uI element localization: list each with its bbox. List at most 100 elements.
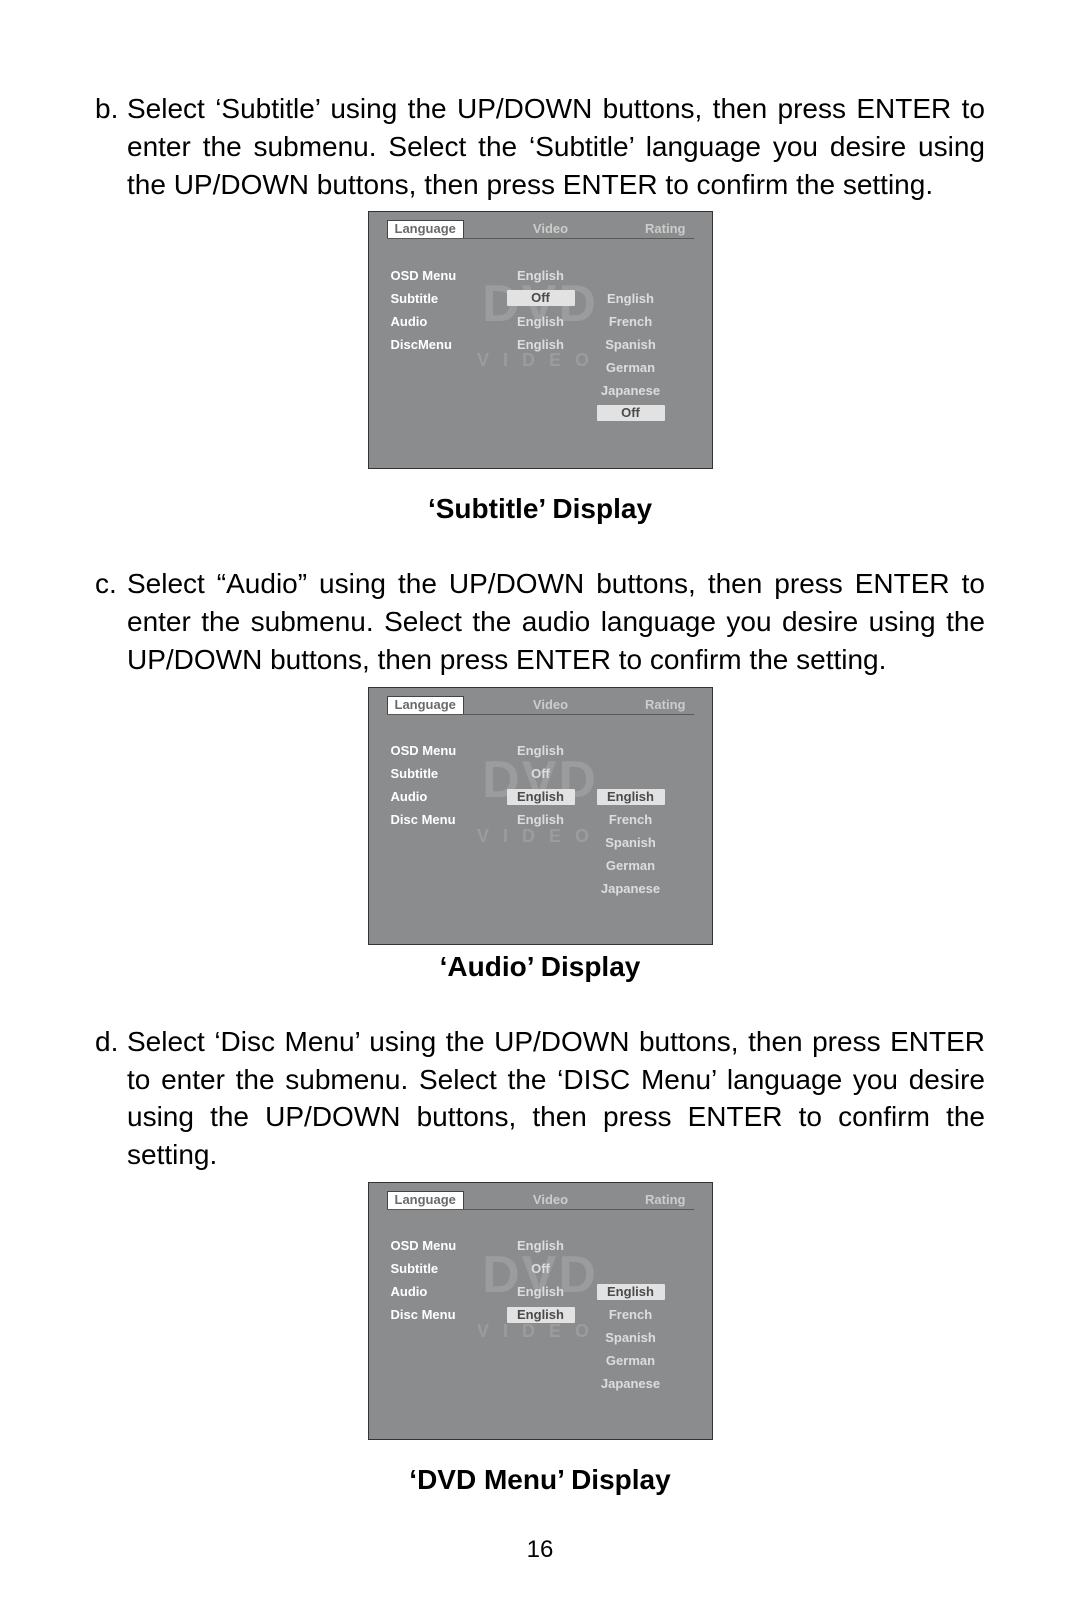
osd-tab-rating: Rating	[637, 1191, 693, 1209]
osd-row-value: English	[501, 268, 581, 283]
osd-row-label: Audio	[391, 314, 501, 329]
osd-value-highlight: English	[507, 1307, 575, 1323]
osd-tab-video: Video	[464, 1191, 637, 1209]
osd-tab-language: Language	[387, 220, 464, 238]
osd-row-label: Disc Menu	[391, 1307, 501, 1322]
osd-option: French	[591, 812, 671, 827]
osd-row: Audio English English	[391, 1283, 690, 1301]
osd-option: Off	[591, 405, 671, 421]
osd-body: OSD Menu English Subtitle Off Audio Engl…	[391, 742, 690, 926]
osd-row: German	[391, 1352, 690, 1370]
osd-option: German	[591, 858, 671, 873]
osd-option-highlight: Off	[597, 405, 665, 421]
osd-row-value: English	[501, 789, 581, 805]
paragraph-b: b. Select ‘Subtitle’ using the UP/DOWN b…	[95, 90, 985, 203]
osd-option: Spanish	[591, 1330, 671, 1345]
osd-option: Japanese	[591, 1376, 671, 1391]
osd-row: German	[391, 358, 690, 376]
osd-row-value: Off	[501, 1261, 581, 1276]
osd-row: German	[391, 857, 690, 875]
paragraph-label-d: d.	[95, 1023, 127, 1174]
osd-row-label: OSD Menu	[391, 268, 501, 283]
osd-tab-rating: Rating	[637, 696, 693, 714]
paragraph-body-c: Select “Audio” using the UP/DOWN buttons…	[127, 565, 985, 678]
osd-row-label: Audio	[391, 789, 501, 804]
paragraph-c: c. Select “Audio” using the UP/DOWN butt…	[95, 565, 985, 678]
osd-option: German	[591, 1353, 671, 1368]
osd-row-label: Subtitle	[391, 291, 501, 306]
osd-divider	[387, 1209, 694, 1210]
osd-screen: Language Video Rating DVD VIDEO OSD Menu…	[368, 211, 713, 469]
osd-divider	[387, 238, 694, 239]
dvdmenu-caption: ‘DVD Menu’ Display	[95, 1464, 985, 1496]
paragraph-label-b: b.	[95, 90, 127, 203]
osd-option-highlight: English	[597, 1284, 665, 1300]
osd-row: Spanish	[391, 1329, 690, 1347]
osd-row: Audio English English	[391, 788, 690, 806]
osd-option-highlight: English	[597, 789, 665, 805]
osd-row: OSD Menu English	[391, 266, 690, 284]
osd-tab-rating: Rating	[637, 220, 693, 238]
osd-row: Japanese	[391, 880, 690, 898]
osd-row: Disc Menu English French	[391, 1306, 690, 1324]
page-number: 16	[95, 1536, 985, 1564]
osd-row: Japanese	[391, 381, 690, 399]
osd-row: OSD Menu English	[391, 742, 690, 760]
osd-value-highlight: English	[507, 789, 575, 805]
osd-row: Subtitle Off English	[391, 289, 690, 307]
osd-tab-video: Video	[464, 220, 637, 238]
manual-page: b. Select ‘Subtitle’ using the UP/DOWN b…	[0, 0, 1080, 1624]
osd-row-label: OSD Menu	[391, 1238, 501, 1253]
osd-row-label: Audio	[391, 1284, 501, 1299]
osd-option: French	[591, 314, 671, 329]
osd-option: German	[591, 360, 671, 375]
paragraph-d: d. Select ‘Disc Menu’ using the UP/DOWN …	[95, 1023, 985, 1174]
osd-screen: Language Video Rating DVD VIDEO OSD Menu…	[368, 687, 713, 945]
osd-row: Spanish	[391, 834, 690, 852]
osd-row-label: Disc Menu	[391, 812, 501, 827]
osd-row: Subtitle Off	[391, 765, 690, 783]
osd-tabs: Language Video Rating	[387, 220, 694, 238]
osd-option: Japanese	[591, 881, 671, 896]
osd-tab-language: Language	[387, 1191, 464, 1209]
osd-row: Audio English French	[391, 312, 690, 330]
osd-option: French	[591, 1307, 671, 1322]
osd-row-value: English	[501, 1284, 581, 1299]
osd-row: Disc Menu English French	[391, 811, 690, 829]
osd-row: DiscMenu English Spanish	[391, 335, 690, 353]
osd-option: English	[591, 1284, 671, 1300]
osd-option: English	[591, 291, 671, 306]
osd-row-value: English	[501, 812, 581, 827]
osd-body: OSD Menu English Subtitle Off English Au…	[391, 266, 690, 450]
osd-row-value: English	[501, 314, 581, 329]
osd-row-label: DiscMenu	[391, 337, 501, 352]
osd-screen: Language Video Rating DVD VIDEO OSD Menu…	[368, 1182, 713, 1440]
osd-row-value: Off	[501, 766, 581, 781]
osd-row-value: English	[501, 337, 581, 352]
osd-option: Spanish	[591, 337, 671, 352]
paragraph-label-c: c.	[95, 565, 127, 678]
paragraph-body-b: Select ‘Subtitle’ using the UP/DOWN butt…	[127, 90, 985, 203]
osd-row: Subtitle Off	[391, 1260, 690, 1278]
osd-divider	[387, 714, 694, 715]
paragraph-body-d: Select ‘Disc Menu’ using the UP/DOWN but…	[127, 1023, 985, 1174]
osd-row-label: Subtitle	[391, 1261, 501, 1276]
osd-option: Spanish	[591, 835, 671, 850]
osd-body: OSD Menu English Subtitle Off Audio Engl…	[391, 1237, 690, 1421]
osd-row: Japanese	[391, 1375, 690, 1393]
osd-row-value: English	[501, 1238, 581, 1253]
audio-caption: ‘Audio’ Display	[95, 951, 985, 983]
osd-tab-video: Video	[464, 696, 637, 714]
osd-discmenu-display: Language Video Rating DVD VIDEO OSD Menu…	[95, 1182, 985, 1440]
osd-value-highlight: Off	[507, 290, 575, 306]
osd-tab-language: Language	[387, 696, 464, 714]
osd-row-label: OSD Menu	[391, 743, 501, 758]
osd-row-value: Off	[501, 290, 581, 306]
osd-row-value: English	[501, 1307, 581, 1323]
subtitle-caption: ‘Subtitle’ Display	[95, 493, 985, 525]
osd-audio-display: Language Video Rating DVD VIDEO OSD Menu…	[95, 687, 985, 945]
osd-option: English	[591, 789, 671, 805]
osd-subtitle-display: Language Video Rating DVD VIDEO OSD Menu…	[95, 211, 985, 469]
osd-row-label: Subtitle	[391, 766, 501, 781]
osd-row: Off	[391, 404, 690, 422]
